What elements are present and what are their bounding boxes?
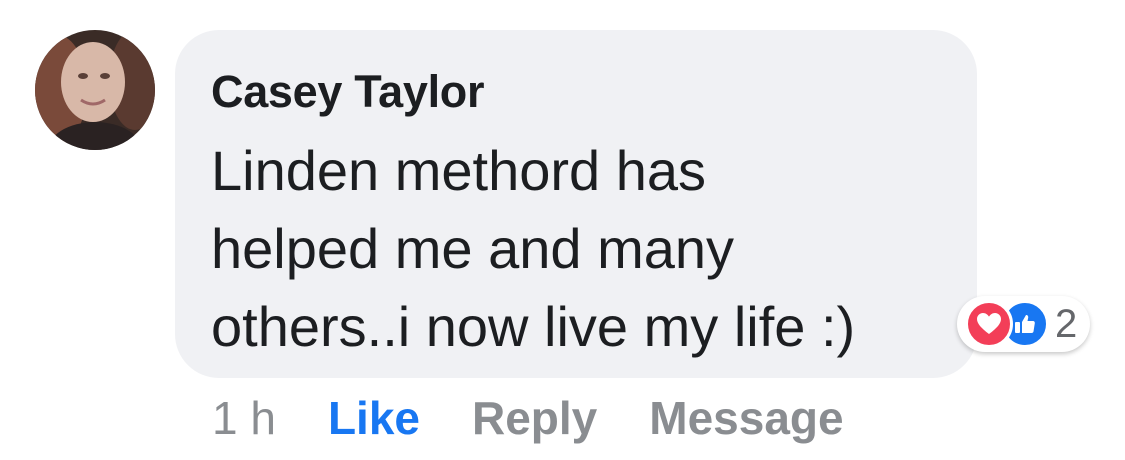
timestamp[interactable]: 1 h [212,388,276,448]
reply-button[interactable]: Reply [472,388,597,448]
message-button[interactable]: Message [649,388,843,448]
like-button[interactable]: Like [328,388,420,448]
comment-bubble: Casey Taylor Linden methord has helped m… [175,30,977,378]
heart-icon [965,300,1013,348]
author-name[interactable]: Casey Taylor [211,62,941,122]
reactions-summary[interactable]: 2 [957,296,1091,352]
avatar-photo [35,30,155,150]
comment-actions: 1 h Like Reply Message [212,388,844,448]
avatar[interactable] [35,30,155,150]
comment-text: Linden methord has helped me and many ot… [211,139,856,358]
reaction-count: 2 [1055,301,1078,346]
comment: Casey Taylor Linden methord has helped m… [0,0,1125,460]
